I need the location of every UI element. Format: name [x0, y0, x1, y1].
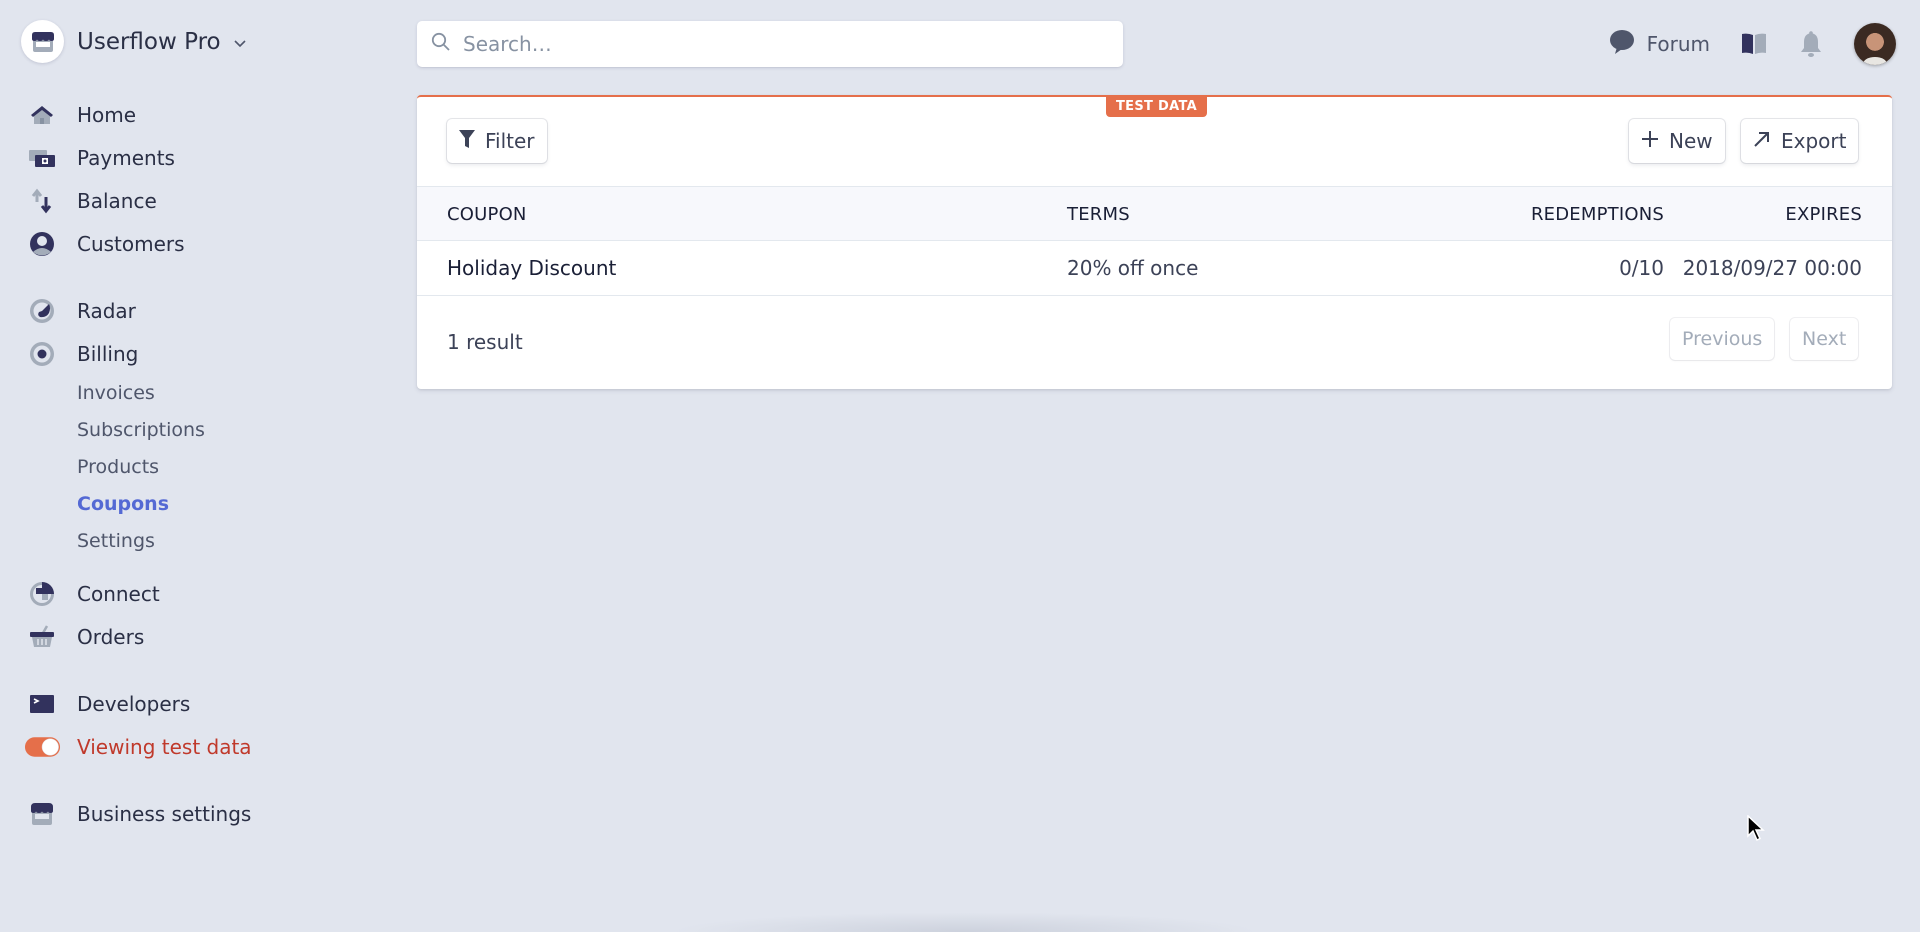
column-header-redemptions[interactable]: REDEMPTIONS — [1531, 204, 1664, 225]
sidebar-item-label: Billing — [77, 342, 139, 366]
home-icon — [28, 101, 56, 129]
sidebar-item-home[interactable]: Home — [28, 100, 136, 130]
user-avatar[interactable] — [1854, 23, 1896, 65]
sidebar-item-label: Viewing test data — [77, 735, 252, 759]
previous-page-button[interactable]: Previous — [1670, 318, 1775, 360]
next-label: Next — [1802, 328, 1847, 350]
sidebar-item-label: Radar — [77, 299, 136, 323]
storefront-icon — [28, 800, 56, 828]
storefront-icon — [21, 20, 64, 63]
test-data-toggle[interactable]: Viewing test data — [24, 732, 252, 762]
sidebar-subitem-subscriptions[interactable]: Subscriptions — [77, 419, 205, 441]
previous-label: Previous — [1682, 328, 1763, 350]
new-label: New — [1669, 129, 1713, 153]
sidebar: Userflow Pro Home Payments Balance Custo… — [0, 0, 400, 932]
result-count: 1 result — [447, 330, 523, 354]
sidebar-item-payments[interactable]: Payments — [28, 143, 175, 173]
sidebar-item-label: Orders — [77, 625, 145, 649]
bottom-shadow — [670, 912, 1260, 932]
sidebar-item-balance[interactable]: Balance — [28, 186, 157, 216]
column-header-coupon[interactable]: COUPON — [447, 204, 527, 225]
sidebar-item-label: Developers — [77, 692, 191, 716]
account-switcher[interactable]: Userflow Pro — [21, 20, 247, 63]
book-icon[interactable] — [1740, 32, 1768, 56]
sidebar-item-label: Customers — [77, 232, 185, 256]
account-name: Userflow Pro — [77, 28, 221, 55]
filter-button[interactable]: Filter — [447, 119, 547, 163]
speech-bubble-icon — [1609, 29, 1635, 59]
export-label: Export — [1781, 129, 1847, 153]
filter-label: Filter — [485, 129, 535, 153]
mouse-cursor-icon — [1747, 814, 1765, 847]
sidebar-item-customers[interactable]: Customers — [28, 229, 185, 259]
sidebar-item-connect[interactable]: Connect — [28, 579, 160, 609]
coupon-name[interactable]: Holiday Discount — [447, 256, 616, 280]
customer-icon — [28, 230, 56, 258]
forum-link[interactable]: Forum — [1609, 29, 1710, 59]
sidebar-subitem-products[interactable]: Products — [77, 456, 159, 478]
export-button[interactable]: Export — [1741, 119, 1859, 163]
column-header-expires[interactable]: EXPIRES — [1785, 204, 1862, 225]
sidebar-subitem-settings[interactable]: Settings — [77, 530, 155, 552]
search-bar[interactable] — [417, 21, 1123, 67]
arrow-up-right-icon — [1753, 129, 1771, 153]
billing-icon — [28, 340, 56, 368]
chevron-down-icon — [233, 35, 247, 49]
search-input[interactable] — [463, 32, 1103, 56]
top-bar-actions: Forum — [1609, 22, 1896, 66]
sidebar-item-label: Business settings — [77, 802, 252, 826]
sidebar-item-radar[interactable]: Radar — [28, 296, 136, 326]
sidebar-item-orders[interactable]: Orders — [28, 622, 144, 652]
sidebar-item-business-settings[interactable]: Business settings — [28, 799, 251, 829]
next-page-button[interactable]: Next — [1790, 318, 1859, 360]
search-icon — [431, 32, 451, 56]
sidebar-subitem-invoices[interactable]: Invoices — [77, 382, 155, 404]
sidebar-item-developers[interactable]: Developers — [28, 689, 190, 719]
sidebar-item-label: Connect — [77, 582, 160, 606]
basket-icon — [28, 623, 56, 651]
sidebar-subitem-coupons[interactable]: Coupons — [77, 493, 169, 515]
table-header: COUPON TERMS REDEMPTIONS EXPIRES — [417, 186, 1892, 241]
plus-icon — [1641, 129, 1659, 153]
terminal-icon — [28, 690, 56, 718]
payments-icon — [28, 144, 56, 172]
sidebar-item-label: Balance — [77, 189, 157, 213]
toggle-icon[interactable] — [24, 733, 61, 761]
connect-icon — [28, 580, 56, 608]
sidebar-item-label: Payments — [77, 146, 175, 170]
coupon-redemptions: 0/10 — [1619, 256, 1664, 280]
table-row[interactable]: Holiday Discount 20% off once 0/10 2018/… — [417, 241, 1892, 296]
sidebar-item-label: Home — [77, 103, 137, 127]
radar-icon — [28, 297, 56, 325]
balance-arrows-icon — [28, 187, 56, 215]
bell-icon[interactable] — [1798, 30, 1824, 58]
test-data-badge: TEST DATA — [1106, 95, 1207, 117]
column-header-terms[interactable]: TERMS — [1067, 204, 1130, 225]
coupons-card: TEST DATA Filter New Export COUPON TERMS… — [417, 95, 1892, 389]
coupon-terms: 20% off once — [1067, 256, 1199, 280]
filter-icon — [459, 129, 475, 153]
sidebar-item-billing[interactable]: Billing — [28, 339, 138, 369]
coupon-expires: 2018/09/27 00:00 — [1682, 256, 1862, 280]
new-coupon-button[interactable]: New — [1629, 119, 1725, 163]
forum-label: Forum — [1646, 32, 1710, 56]
